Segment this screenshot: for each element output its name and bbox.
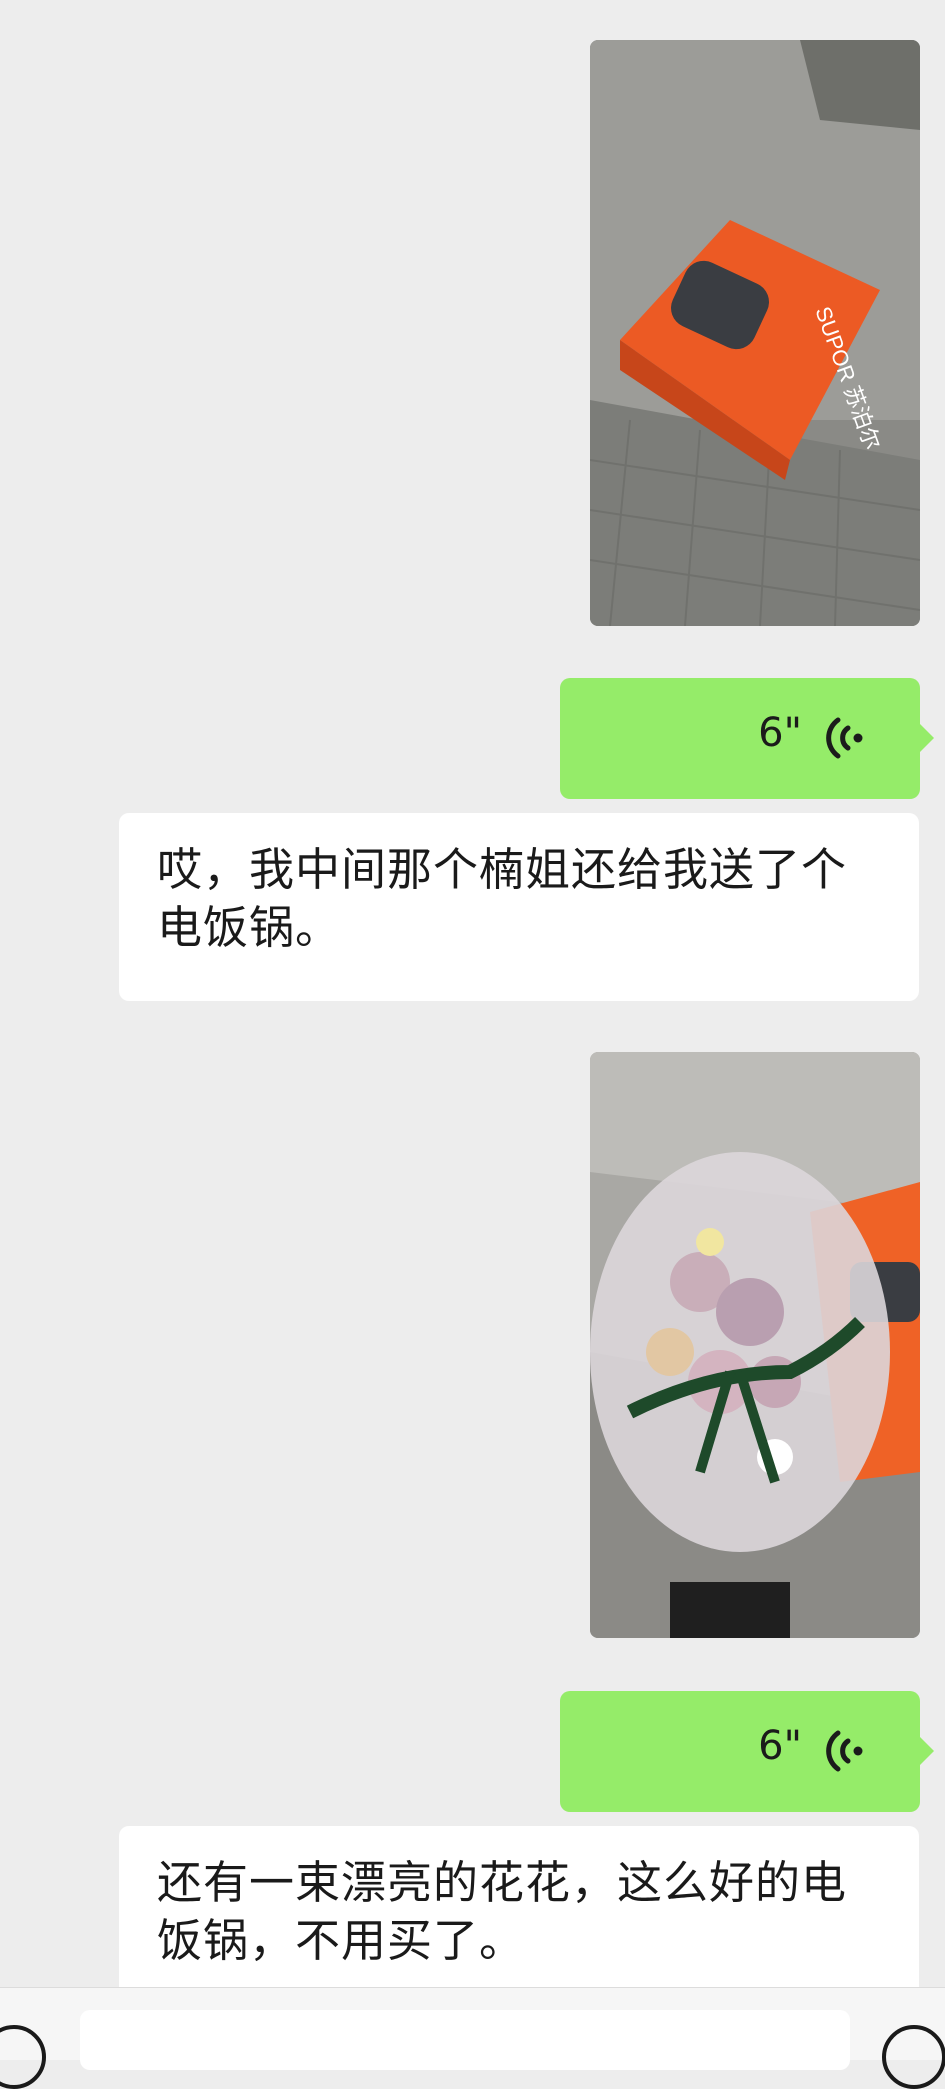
text-message[interactable]: 还有一束漂亮的花花，这么好的电饭锅，不用买了。 — [119, 1826, 919, 2014]
image-message-flowers[interactable] — [590, 1052, 920, 1638]
voice-message[interactable]: 6" — [560, 678, 934, 799]
message-input[interactable] — [80, 2010, 850, 2070]
emoji-icon[interactable] — [882, 2025, 945, 2089]
text-message[interactable]: 哎，我中间那个楠姐还给我送了个电饭锅。 — [119, 813, 919, 1001]
flower-bouquet-photo — [590, 1052, 920, 1638]
image-message-rice-cooker[interactable]: SUPOR 苏泊尔 — [590, 40, 920, 626]
voice-duration: 6" — [758, 710, 802, 756]
voice-wave-icon — [826, 717, 863, 759]
voice-message[interactable]: 6" — [560, 1691, 934, 1812]
voice-duration: 6" — [758, 1723, 802, 1769]
voice-wave-icon — [826, 1730, 863, 1772]
rice-cooker-photo: SUPOR 苏泊尔 — [590, 40, 920, 626]
